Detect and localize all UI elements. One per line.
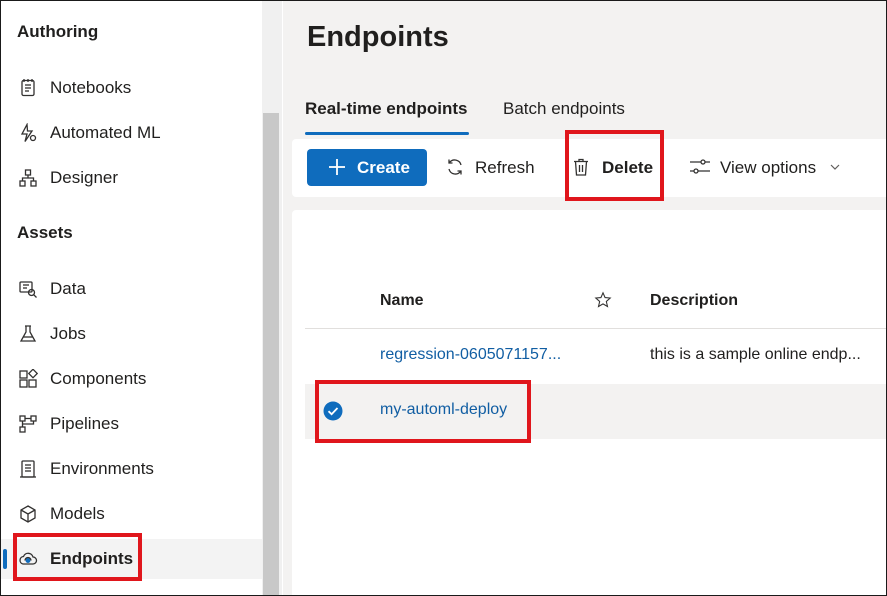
view-options-button[interactable]: View options [689, 149, 859, 186]
sidebar-scrollbar-thumb[interactable] [263, 113, 279, 595]
pipelines-icon [18, 414, 38, 434]
tab-real-time-endpoints[interactable]: Real-time endpoints [305, 99, 467, 119]
sidebar-item-models[interactable]: Models [1, 494, 262, 534]
data-icon [18, 279, 38, 299]
table-row[interactable]: my-automl-deploy [305, 384, 886, 439]
sidebar-item-label: Jobs [50, 324, 86, 343]
create-button-label: Create [357, 157, 410, 177]
table-row[interactable]: regression-0605071157... this is a sampl… [305, 329, 886, 384]
sidebar-item-label: Designer [50, 168, 119, 187]
app-window: Authoring Notebooks Automated ML Designe… [0, 0, 887, 596]
page-title: Endpoints [307, 21, 449, 53]
create-button[interactable]: Create [307, 149, 427, 186]
plus-icon [327, 157, 347, 177]
delete-button-label: Delete [602, 157, 654, 177]
refresh-icon [448, 159, 462, 175]
sidebar-item-environments[interactable]: Environments [1, 449, 262, 489]
trash-icon [574, 158, 588, 176]
row-checked-icon[interactable] [323, 401, 343, 421]
sidebar-item-pipelines[interactable]: Pipelines [1, 404, 262, 444]
endpoint-description: this is a sample online endp... [650, 346, 861, 363]
sidebar-item-label: Notebooks [50, 78, 132, 97]
sidebar-section-authoring: Authoring [17, 22, 99, 41]
designer-icon [18, 168, 38, 188]
sliders-icon [690, 159, 710, 174]
flask-icon [18, 324, 38, 344]
sidebar-item-label: Components [50, 369, 147, 388]
active-tab-indicator [305, 132, 469, 135]
delete-button[interactable]: Delete [571, 149, 666, 186]
column-header-name[interactable]: Name [380, 292, 424, 310]
sidebar-section-assets: Assets [17, 223, 73, 242]
endpoint-name-link[interactable]: regression-0605071157... [380, 346, 561, 364]
view-options-label: View options [720, 157, 817, 177]
components-icon [18, 368, 39, 389]
sidebar-item-endpoints[interactable]: Endpoints [1, 539, 262, 579]
star-icon[interactable] [594, 291, 612, 309]
refresh-button-label: Refresh [475, 157, 535, 177]
sidebar: Authoring Notebooks Automated ML Designe… [1, 1, 263, 595]
sidebar-item-designer[interactable]: Designer [1, 158, 262, 198]
endpoint-name-link[interactable]: my-automl-deploy [380, 401, 507, 419]
sidebar-scrollbar[interactable] [262, 1, 282, 595]
endpoints-cloud-icon [18, 549, 38, 569]
sidebar-item-label: Environments [50, 459, 154, 478]
main-content: Endpoints Real-time endpoints Batch endp… [283, 1, 886, 595]
sidebar-item-label: Endpoints [50, 549, 134, 568]
tab-batch-endpoints[interactable]: Batch endpoints [503, 99, 625, 119]
environments-icon [18, 459, 38, 479]
sidebar-item-label: Automated ML [50, 123, 161, 142]
command-bar: Create Refresh Delete View options [292, 139, 886, 197]
endpoints-table: Name Description regression-0605071157..… [292, 210, 886, 595]
sidebar-item-label: Pipelines [50, 414, 119, 433]
sidebar-item-automated-ml[interactable]: Automated ML [1, 113, 262, 153]
sidebar-item-components[interactable]: Components [1, 359, 262, 399]
refresh-button[interactable]: Refresh [445, 149, 545, 186]
sidebar-item-jobs[interactable]: Jobs [1, 314, 262, 354]
sidebar-item-notebooks[interactable]: Notebooks [1, 68, 262, 108]
sidebar-item-label: Models [50, 504, 105, 523]
sidebar-item-label: Data [50, 279, 86, 298]
selected-indicator [3, 549, 7, 569]
chevron-down-icon [830, 164, 840, 170]
column-header-description[interactable]: Description [650, 292, 738, 310]
sidebar-item-data[interactable]: Data [1, 269, 262, 309]
notebook-icon [18, 78, 38, 98]
cube-icon [18, 504, 38, 524]
automated-ml-icon [18, 122, 38, 143]
